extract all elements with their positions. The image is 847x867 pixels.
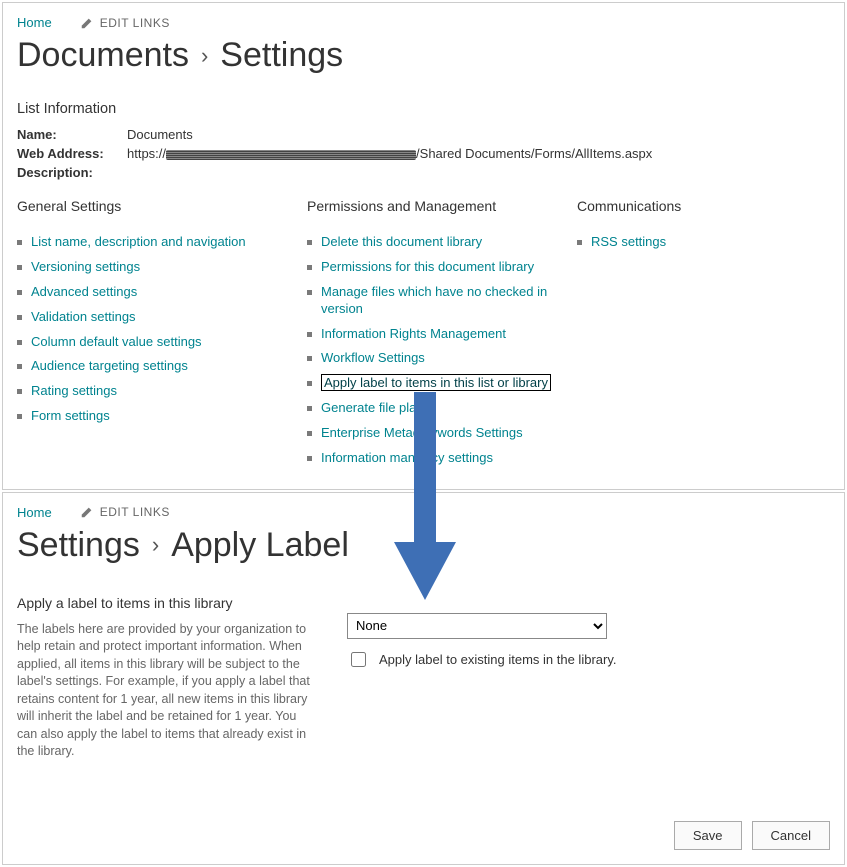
settings-link-item: RSS settings [577,234,830,251]
settings-link[interactable]: Versioning settings [31,259,140,274]
settings-link[interactable]: Information Rights Management [321,326,506,341]
settings-link-item: Manage files which have no checked in ve… [307,284,567,318]
settings-link-item: Enterprise Metad eywords Settings [307,425,567,442]
list-permissions: Delete this document library Permissions … [307,234,567,467]
apply-existing-label: Apply label to existing items in the lib… [379,652,616,667]
settings-link-item: Validation settings [17,309,297,326]
list-general: List name, description and navigation Ver… [17,234,297,425]
settings-link[interactable]: Rating settings [31,383,117,398]
page-title: Documents › Settings [17,36,830,75]
settings-link[interactable]: Form settings [31,408,110,423]
settings-link-item: Generate file pla [307,400,567,417]
row-name: Name: Documents [17,127,830,142]
settings-link[interactable]: Delete this document library [321,234,482,249]
settings-link[interactable]: Workflow Settings [321,350,425,365]
settings-link-item: Information Rights Management [307,326,567,343]
settings-link[interactable]: Audience targeting settings [31,358,188,373]
list-information-section: List Information Name: Documents Web Add… [17,101,830,180]
edit-links-label-2: EDIT LINKS [100,505,170,519]
settings-link-item: Apply label to items in this list or lib… [307,375,567,392]
settings-link[interactable]: List name, description and navigation [31,234,246,249]
settings-columns: General Settings List name, description … [17,198,830,475]
crumb-settings: Settings [220,36,343,75]
settings-link[interactable]: Permissions for this document library [321,259,534,274]
edit-links-label: EDIT LINKS [100,16,170,30]
settings-link[interactable]: Information man olicy settings [321,450,493,465]
settings-panel: Home EDIT LINKS Documents › Settings Lis… [2,2,845,490]
settings-link-item: Audience targeting settings [17,358,297,375]
settings-link[interactable]: RSS settings [591,234,666,249]
top-nav-2: Home EDIT LINKS [17,503,830,526]
apply-label-form: Apply a label to items in this library T… [17,595,830,761]
edit-links-button-2[interactable]: EDIT LINKS [80,505,170,519]
settings-link[interactable]: Manage files which have no checked in ve… [321,284,547,316]
list-communications: RSS settings [577,234,830,251]
addr-prefix: https:// [127,146,166,161]
settings-link[interactable]: Generate file pla [321,400,416,415]
settings-link-item: List name, description and navigation [17,234,297,251]
row-description: Description: [17,165,830,180]
form-desc-title: Apply a label to items in this library [17,595,317,611]
home-link[interactable]: Home [17,15,52,30]
settings-link[interactable]: Apply label to items in this list or lib… [321,374,551,391]
button-row: Save Cancel [17,821,830,850]
redacted-segment [166,150,416,160]
settings-link[interactable]: Validation settings [31,309,136,324]
save-button[interactable]: Save [674,821,742,850]
settings-link[interactable]: Column default value settings [31,334,202,349]
settings-link[interactable]: Enterprise Metad eywords Settings [321,425,523,440]
settings-link-item: Column default value settings [17,334,297,351]
settings-link-item: Rating settings [17,383,297,400]
label-description: Description: [17,165,127,180]
heading-permissions: Permissions and Management [307,198,567,214]
value-web-address: https:// /Shared Documents/Forms/AllItems… [127,146,830,161]
value-name: Documents [127,127,830,142]
settings-link-item: Information man olicy settings [307,450,567,467]
top-nav: Home EDIT LINKS [17,13,830,36]
value-description [127,165,830,180]
crumb-settings-2[interactable]: Settings [17,526,140,565]
label-name: Name: [17,127,127,142]
chevron-right-icon: › [201,43,208,69]
crumb-documents[interactable]: Documents [17,36,189,75]
settings-link[interactable]: Advanced settings [31,284,137,299]
settings-link-item: Advanced settings [17,284,297,301]
page-title-2: Settings › Apply Label [17,526,830,565]
settings-link-item: Permissions for this document library [307,259,567,276]
col-general: General Settings List name, description … [17,198,297,475]
pencil-icon [80,16,94,30]
crumb-apply-label: Apply Label [171,526,349,565]
apply-existing-checkbox[interactable] [351,652,366,667]
form-controls: None Apply label to existing items in th… [347,595,830,761]
cancel-button[interactable]: Cancel [752,821,830,850]
row-web-address: Web Address: https:// /Shared Documents/F… [17,146,830,161]
apply-label-panel: Home EDIT LINKS Settings › Apply Label A… [2,492,845,865]
label-select[interactable]: None [347,613,607,639]
edit-links-button[interactable]: EDIT LINKS [80,16,170,30]
heading-communications: Communications [577,198,830,214]
label-web-address: Web Address: [17,146,127,161]
form-description: Apply a label to items in this library T… [17,595,317,761]
col-communications: Communications RSS settings [577,198,830,475]
heading-general: General Settings [17,198,297,214]
home-link-2[interactable]: Home [17,505,52,520]
col-permissions: Permissions and Management Delete this d… [307,198,567,475]
pencil-icon [80,505,94,519]
list-info-heading: List Information [17,101,830,117]
addr-suffix: /Shared Documents/Forms/AllItems.aspx [416,146,652,161]
settings-link-item: Versioning settings [17,259,297,276]
chevron-right-icon: › [152,532,159,558]
settings-link-item: Delete this document library [307,234,567,251]
form-desc-body: The labels here are provided by your org… [17,621,317,761]
settings-link-item: Form settings [17,408,297,425]
settings-link-item: Workflow Settings [307,350,567,367]
